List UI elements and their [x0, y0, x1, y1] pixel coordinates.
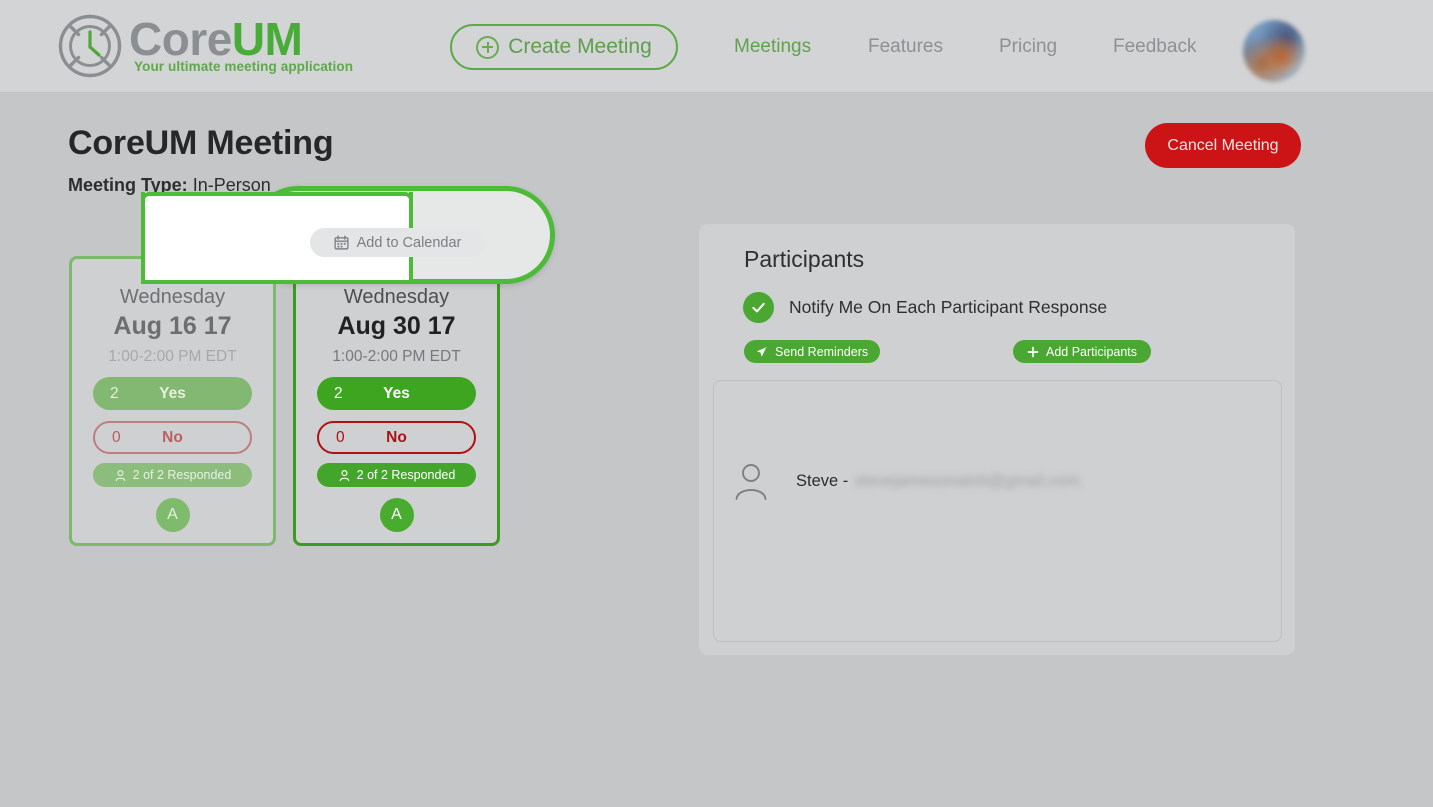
nav-item-features[interactable]: Features — [868, 36, 943, 58]
no-count: 0 — [336, 428, 345, 446]
plus-circle-icon — [476, 35, 500, 59]
participants-panel: Participants Notify Me On Each Participa… — [699, 224, 1295, 655]
responded-badge: 2 of 2 Responded — [93, 463, 252, 487]
responder-avatar[interactable]: A — [155, 498, 190, 532]
avatar[interactable] — [1243, 20, 1305, 82]
logo-tagline: Your ultimate meeting application — [134, 59, 354, 74]
date-card-date: Aug 30 17 — [337, 312, 456, 340]
yes-vote-pill[interactable]: 2 Yes — [317, 377, 476, 410]
logo[interactable]: CoreUM Your ultimate meeting application — [55, 11, 353, 81]
responded-badge: 2 of 2 Responded — [317, 463, 476, 487]
calendar-icon — [334, 235, 349, 250]
clock-circle-icon — [58, 14, 122, 78]
responder-avatar[interactable]: A — [379, 498, 414, 532]
yes-vote-pill[interactable]: 2 Yes — [93, 377, 252, 410]
logo-wordmark: CoreUM — [129, 15, 353, 63]
participant-text: Steve - stevejamesonalott@gmail.com — [796, 472, 1080, 491]
notify-toggle-row[interactable]: Notify Me On Each Participant Response — [743, 292, 1107, 323]
date-card-time: 1:00-2:00 PM EDT — [108, 348, 237, 365]
no-vote-pill[interactable]: 0 No — [93, 421, 252, 454]
send-reminders-button[interactable]: Send Reminders — [744, 340, 881, 363]
participants-list: Steve - stevejamesonalott@gmail.com — [713, 380, 1282, 642]
nav-item-meetings[interactable]: Meetings — [734, 36, 811, 58]
send-reminders-label: Send Reminders — [775, 344, 869, 359]
notify-label: Notify Me On Each Participant Response — [789, 297, 1108, 317]
add-to-calendar-label: Add to Calendar — [356, 234, 462, 251]
highlight-inner-card-top — [141, 192, 413, 202]
responded-text: 2 of 2 Responded — [132, 468, 232, 482]
participants-heading: Participants — [744, 246, 865, 272]
responded-text: 2 of 2 Responded — [356, 468, 456, 482]
nav-item-pricing[interactable]: Pricing — [999, 36, 1057, 58]
date-card-day: Wednesday — [119, 286, 226, 308]
date-card-date: Aug 16 17 — [113, 312, 232, 340]
add-participants-label: Add Participants — [1046, 344, 1138, 359]
no-vote-pill[interactable]: 0 No — [317, 421, 476, 454]
add-participants-button[interactable]: Add Participants — [1013, 340, 1152, 363]
date-card-day: Wednesday — [343, 286, 450, 308]
create-meeting-label: Create Meeting — [508, 35, 652, 58]
check-icon — [752, 302, 765, 313]
nav-item-feedback[interactable]: Feedback — [1113, 36, 1196, 58]
app-header: CoreUM Your ultimate meeting application… — [0, 0, 1433, 93]
cancel-meeting-button[interactable]: Cancel Meeting — [1145, 123, 1301, 168]
list-item[interactable]: Steve - stevejamesonalott@gmail.com — [733, 461, 1080, 501]
logo-word-core: Core — [129, 13, 232, 65]
date-option-card[interactable]: Wednesday Aug 16 17 1:00-2:00 PM EDT 2 Y… — [69, 256, 276, 546]
participant-email: stevejamesonalott@gmail.com — [854, 471, 1080, 490]
date-card-time: 1:00-2:00 PM EDT — [332, 348, 461, 365]
person-outline-icon — [735, 464, 767, 500]
add-to-calendar-button[interactable]: Add to Calendar — [310, 228, 485, 257]
participant-separator: - — [842, 471, 849, 490]
app-page: CoreUM Your ultimate meeting application… — [0, 0, 1433, 807]
yes-count: 2 — [110, 384, 119, 402]
logo-text: CoreUM Your ultimate meeting application — [129, 15, 353, 74]
person-icon — [339, 469, 349, 481]
logo-word-um: UM — [231, 13, 303, 65]
create-meeting-button[interactable]: Create Meeting — [450, 24, 678, 70]
person-icon — [115, 469, 125, 481]
paper-plane-icon — [756, 346, 768, 357]
notify-checkbox[interactable] — [743, 292, 774, 323]
no-count: 0 — [112, 428, 121, 446]
page-title: CoreUM Meeting — [68, 124, 334, 162]
participant-name: Steve — [796, 471, 839, 490]
date-option-card[interactable]: Wednesday Aug 30 17 1:00-2:00 PM EDT 2 Y… — [293, 256, 500, 546]
yes-count: 2 — [334, 384, 343, 402]
plus-icon — [1027, 346, 1039, 357]
